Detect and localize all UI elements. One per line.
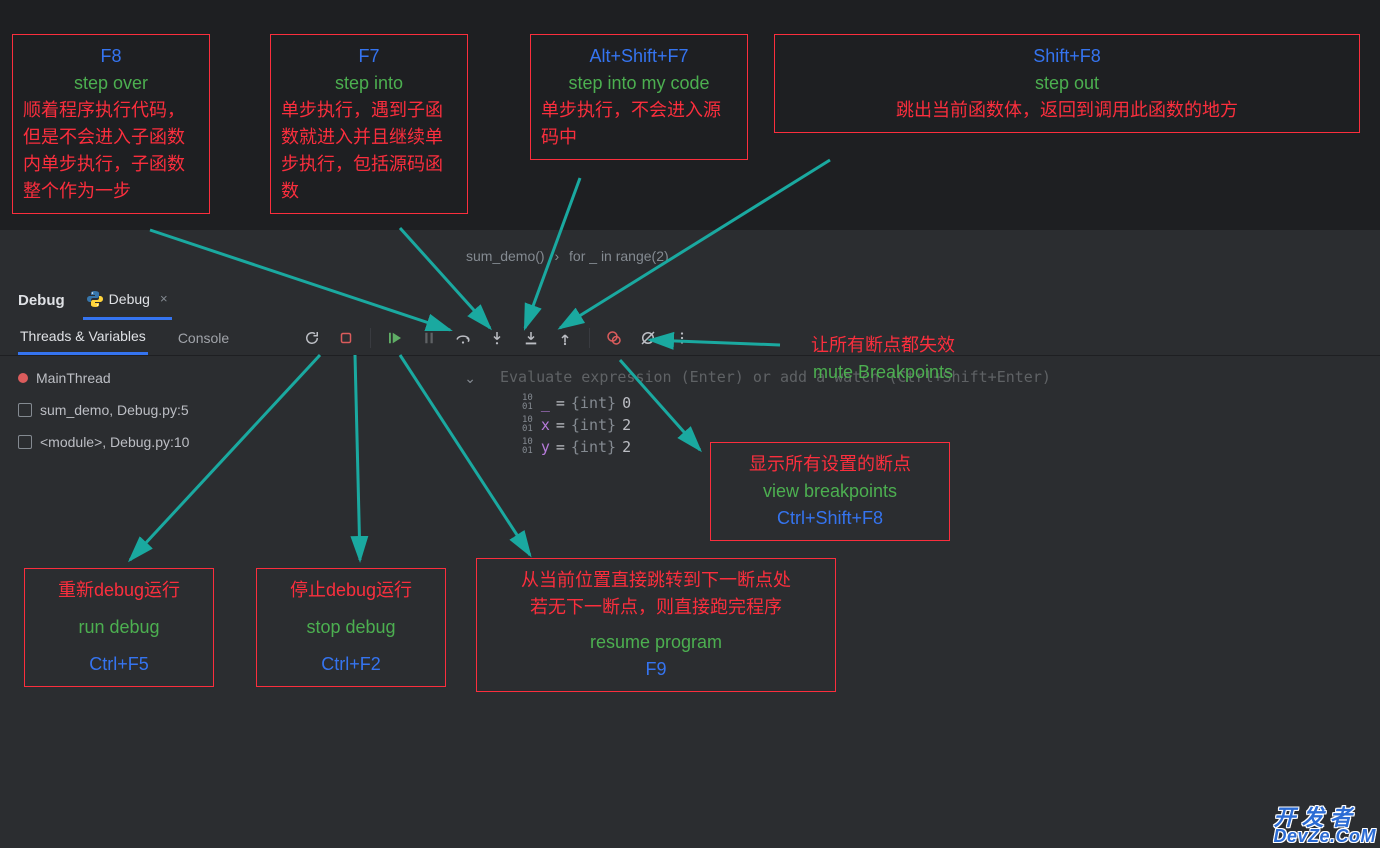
frame-label: sum_demo, Debug.py:5 [40,402,189,418]
breadcrumb-a[interactable]: sum_demo() [466,248,545,264]
more-button[interactable] [670,326,694,350]
frame-row[interactable]: sum_demo, Debug.py:5 [0,394,490,426]
tab-threads-variables[interactable]: Threads & Variables [18,320,148,355]
tool-title: Debug [18,292,65,309]
rerun-button[interactable] [300,326,324,350]
pause-button[interactable] [417,326,441,350]
step-into-my-code-button[interactable] [519,326,543,350]
tab-console[interactable]: Console [176,322,231,354]
thread-status-icon [18,373,28,383]
step-over-button[interactable] [451,326,475,350]
mute-breakpoints-button[interactable] [636,326,660,350]
anno-step-into: F7 step into 单步执行，遇到子函数就进入并且继续单步执行，包括源码函… [270,34,468,214]
anno-view-breakpoints: 显示所有设置的断点 view breakpoints Ctrl+Shift+F8 [710,442,950,541]
var-value: 0 [622,394,631,412]
var-type: {int} [571,438,616,456]
thread-name: MainThread [36,370,111,386]
step-into-button[interactable] [485,326,509,350]
close-icon[interactable]: × [160,291,168,306]
frame-row[interactable]: <module>, Debug.py:10 [0,426,490,458]
var-type: {int} [571,394,616,412]
variable-row[interactable]: 1001 _ = {int} 0 [500,392,1380,414]
chevron-down-icon[interactable]: ⌄ [464,370,476,387]
breadcrumb[interactable]: sum_demo() › for _ in range(2) [466,248,669,264]
debug-tab-label: Debug [109,291,150,307]
var-value: 2 [622,438,631,456]
watermark-l1: 开 发 者 [1273,808,1376,828]
frame-icon [18,435,32,449]
breadcrumb-b[interactable]: for _ in range(2) [569,248,669,264]
toolbar-divider [589,328,590,348]
anno-mute-breakpoints: 让所有断点都失效 mute Breakpoints [778,324,988,394]
anno-run-debug: 重新debug运行 run debug Ctrl+F5 [24,568,214,687]
breadcrumb-sep: › [554,248,559,264]
var-value: 2 [622,416,631,434]
main-thread-row[interactable]: MainThread ⌄ [0,362,490,394]
python-icon [87,291,103,307]
anno-stop-debug: 停止debug运行 stop debug Ctrl+F2 [256,568,446,687]
variable-row[interactable]: 1001 x = {int} 2 [500,414,1380,436]
debug-toolbar [300,326,694,350]
frame-icon [18,403,32,417]
anno-step-into-my-code: Alt+Shift+F7 step into my code 单步执行，不会进入… [530,34,748,160]
anno-resume: 从当前位置直接跳转到下一断点处 若无下一断点，则直接跑完程序 resume pr… [476,558,836,692]
anno-step-out: Shift+F8 step out 跳出当前函数体，返回到调用此函数的地方 [774,34,1360,133]
frame-label: <module>, Debug.py:10 [40,434,189,450]
var-icon: 1001 [522,394,533,412]
var-name: y [541,438,550,456]
var-type: {int} [571,416,616,434]
debug-config-tab[interactable]: Debug × [83,280,172,320]
var-name: _ [541,394,550,412]
resume-button[interactable] [383,326,407,350]
threads-panel: MainThread ⌄ sum_demo, Debug.py:5 <modul… [0,362,490,458]
anno-step-over: F8 step over 顺着程序执行代码，但是不会进入子函数内单步执行，子函数… [12,34,210,214]
var-name: x [541,416,550,434]
debug-toolwindow-header: Debug Debug × [0,280,1380,320]
toolbar-divider [370,328,371,348]
watermark: 开 发 者 DevZe.CoM [1273,808,1376,844]
view-breakpoints-button[interactable] [602,326,626,350]
var-icon: 1001 [522,416,533,434]
step-out-button[interactable] [553,326,577,350]
watermark-l2: DevZe.CoM [1273,828,1376,844]
var-icon: 1001 [522,438,533,456]
stop-button[interactable] [334,326,358,350]
